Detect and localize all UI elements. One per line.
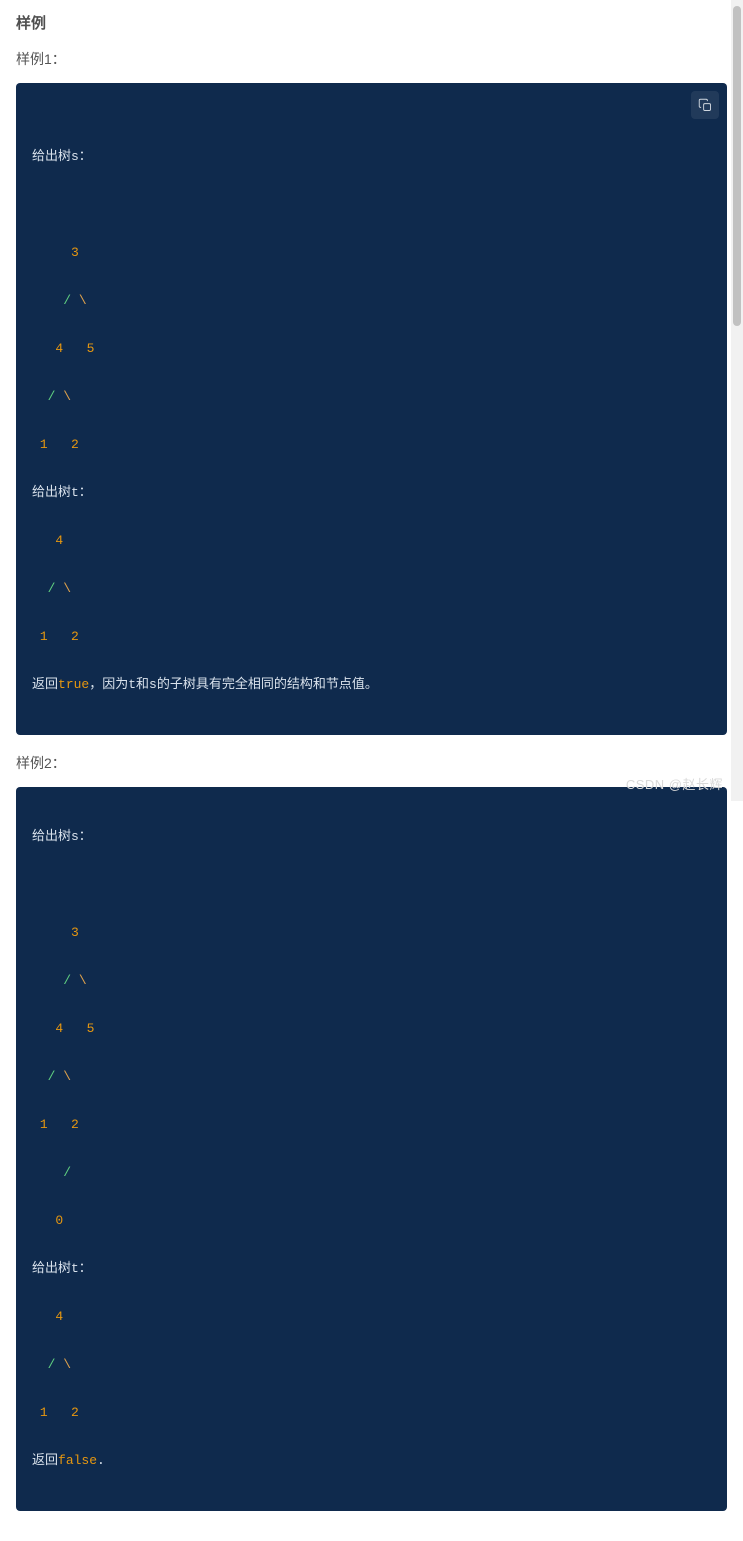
tree-edge: \: [79, 293, 87, 308]
tree-node: 4: [55, 1309, 63, 1324]
tree-node: 1: [40, 437, 48, 452]
tree-edge: \: [63, 1069, 71, 1084]
tree-t-label: 给出树t：: [32, 485, 92, 500]
tree-node: 5: [87, 341, 95, 356]
return-prefix: 返回: [32, 677, 58, 692]
tree-edge: /: [48, 581, 56, 596]
return-value: false: [58, 1453, 97, 1468]
copy-button[interactable]: [691, 91, 719, 119]
return-value: true: [58, 677, 89, 692]
tree-node: 4: [55, 533, 63, 548]
copy-icon: [698, 98, 713, 113]
example-1-title: 样例1：: [16, 49, 727, 69]
tree-node: 2: [71, 1117, 79, 1132]
scrollbar-thumb[interactable]: [733, 6, 741, 326]
tree-node: 1: [40, 629, 48, 644]
tree-edge: \: [63, 1357, 71, 1372]
example-2-title: 样例2：: [16, 753, 727, 773]
tree-edge: \: [79, 973, 87, 988]
tree-node: 5: [87, 1021, 95, 1036]
tree-t-label: 给出树t：: [32, 1261, 92, 1276]
return-suffix: ，因为t和s的子树具有完全相同的结构和节点值。: [89, 677, 378, 692]
tree-node: 2: [71, 629, 79, 644]
scrollbar-track[interactable]: [731, 0, 743, 801]
tree-edge: \: [63, 389, 71, 404]
tree-edge: /: [48, 389, 56, 404]
tree-node: 0: [55, 1213, 63, 1228]
return-prefix: 返回: [32, 1453, 58, 1468]
return-suffix: .: [97, 1453, 105, 1468]
tree-node: 1: [40, 1405, 48, 1420]
tree-s-label: 给出树s：: [32, 829, 92, 844]
tree-edge: \: [63, 581, 71, 596]
tree-edge: /: [63, 293, 71, 308]
tree-edge: /: [63, 973, 71, 988]
tree-node: 4: [55, 341, 63, 356]
tree-s-label: 给出树s：: [32, 149, 92, 164]
tree-edge: /: [48, 1357, 56, 1372]
tree-node: 1: [40, 1117, 48, 1132]
tree-node: 4: [55, 1021, 63, 1036]
section-heading: 样例: [16, 12, 727, 33]
tree-node: 3: [71, 925, 79, 940]
tree-node: 2: [71, 1405, 79, 1420]
tree-edge: /: [63, 1165, 71, 1180]
tree-node: 2: [71, 437, 79, 452]
tree-edge: /: [48, 1069, 56, 1084]
example-1-code-block: 给出树s： 3 / \ 4 5 / \ 1 2 给出树t： 4 / \ 1 2 …: [16, 83, 727, 735]
tree-node: 3: [71, 245, 79, 260]
example-2-code-block: 给出树s： 3 / \ 4 5 / \ 1 2 / 0 给出树t： 4 / \ …: [16, 787, 727, 1511]
